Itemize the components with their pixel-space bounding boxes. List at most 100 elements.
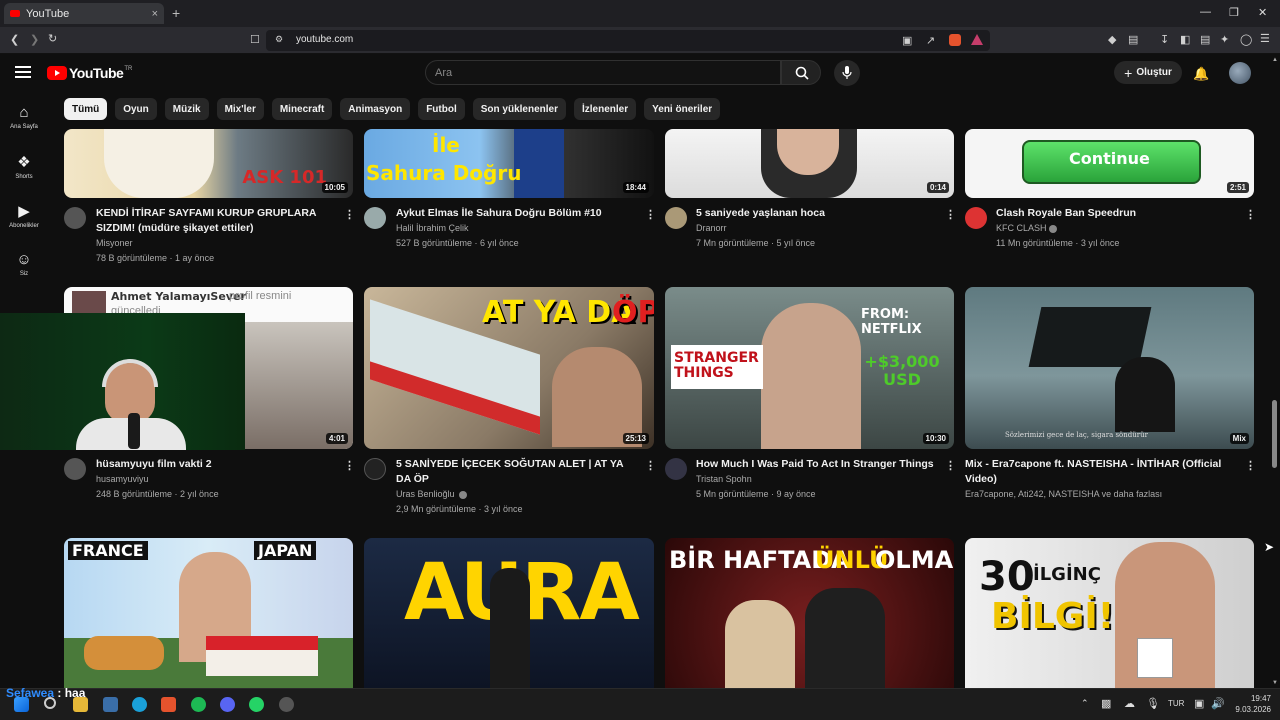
video-title[interactable]: How Much I Was Paid To Act In Stranger T… bbox=[696, 457, 936, 472]
sidebar-item-home[interactable]: ⌂ Ana Sayfa bbox=[0, 104, 48, 130]
brave-shield-icon[interactable] bbox=[949, 34, 961, 46]
hamburger-menu-icon[interactable] bbox=[15, 66, 31, 78]
channel-name[interactable]: husamyuviyu bbox=[96, 472, 149, 487]
sidebar-item-you[interactable]: ☺ Siz bbox=[0, 251, 48, 277]
url-field[interactable]: ⚙ youtube.com ▣ ↗ bbox=[266, 30, 990, 51]
search-button[interactable] bbox=[781, 60, 821, 85]
tray-app-icon[interactable]: ▩ bbox=[1101, 697, 1111, 710]
clock-date[interactable]: 9.03.2026 bbox=[1223, 705, 1271, 714]
discord-icon[interactable] bbox=[220, 697, 235, 712]
reading-list-icon[interactable]: ▤ bbox=[1200, 33, 1210, 46]
new-tab-icon[interactable]: + bbox=[172, 5, 180, 21]
channel-name[interactable]: Dranorr bbox=[696, 221, 727, 236]
chip-minecraft[interactable]: Minecraft bbox=[271, 98, 333, 120]
channel-name[interactable]: KFC CLASH bbox=[996, 221, 1047, 236]
screen-icon[interactable]: ▣ bbox=[902, 34, 912, 47]
minimize-icon[interactable]: — bbox=[1200, 6, 1211, 18]
edge-icon[interactable] bbox=[132, 697, 147, 712]
video-title[interactable]: Aykut Elmas İle Sahura Doğru Bölüm #10 bbox=[396, 206, 636, 221]
video-thumbnail[interactable]: Sözlerimizi gece de laç, sigara söndürür… bbox=[965, 287, 1254, 449]
more-options-icon[interactable]: ⋮ bbox=[945, 459, 956, 472]
spotify-icon[interactable] bbox=[191, 697, 206, 712]
channel-avatar[interactable] bbox=[64, 207, 86, 229]
display-icon[interactable]: ▣ bbox=[1194, 697, 1204, 710]
video-title[interactable]: KENDİ İTİRAF SAYFAMI KURUP GRUPLARA SIZD… bbox=[96, 206, 326, 236]
more-options-icon[interactable]: ⋮ bbox=[645, 459, 656, 472]
window-close-icon[interactable]: ✕ bbox=[1258, 6, 1267, 19]
channel-avatar[interactable] bbox=[965, 207, 987, 229]
obs-icon[interactable] bbox=[279, 697, 294, 712]
account-avatar[interactable] bbox=[1229, 62, 1251, 84]
clock-time[interactable]: 19:47 bbox=[1233, 694, 1271, 703]
video-thumbnail[interactable]: İle Sahura Doğru 18:44 bbox=[364, 129, 654, 198]
video-title[interactable]: Clash Royale Ban Speedrun bbox=[996, 206, 1236, 221]
scrollbar-thumb[interactable] bbox=[1272, 400, 1277, 468]
video-thumbnail[interactable]: 0:14 bbox=[665, 129, 954, 198]
site-info-icon[interactable]: ⚙ bbox=[275, 34, 283, 45]
chip-watched[interactable]: İzlenenler bbox=[574, 98, 637, 120]
chip-all[interactable]: Tümü bbox=[64, 98, 108, 120]
share-icon[interactable]: ↗ bbox=[926, 34, 935, 47]
sidebar-item-subscriptions[interactable]: ▶ Abonelikler bbox=[0, 202, 48, 229]
channel-name[interactable]: Halil İbrahim Çelik bbox=[396, 221, 469, 236]
extensions-icon[interactable]: ◆ bbox=[1108, 33, 1116, 46]
channel-avatar[interactable] bbox=[64, 458, 86, 480]
channel-avatar[interactable] bbox=[364, 458, 386, 480]
channel-avatar[interactable] bbox=[364, 207, 386, 229]
channel-name[interactable]: Misyoner bbox=[96, 236, 133, 251]
channel-name[interactable]: Uras Benlioğlu bbox=[396, 487, 455, 502]
mic-tray-icon[interactable]: 🎙 bbox=[1146, 697, 1160, 710]
chip-gaming[interactable]: Oyun bbox=[115, 98, 157, 120]
video-title[interactable]: hüsamyuyu film vakti 2 bbox=[96, 457, 326, 472]
restore-icon[interactable]: ❐ bbox=[1229, 6, 1239, 19]
leo-icon[interactable]: ✦ bbox=[1220, 33, 1229, 46]
chip-animation[interactable]: Animasyon bbox=[340, 98, 411, 120]
notifications-bell-icon[interactable]: 🔔 bbox=[1193, 66, 1209, 82]
forward-icon[interactable]: ❯ bbox=[30, 33, 39, 46]
channel-avatar[interactable] bbox=[665, 458, 687, 480]
voice-search-button[interactable] bbox=[834, 60, 860, 86]
wallet-icon[interactable]: ▤ bbox=[1128, 33, 1138, 46]
reload-icon[interactable]: ↻ bbox=[48, 32, 57, 45]
chip-new-to-you[interactable]: Yeni öneriler bbox=[644, 98, 721, 120]
video-thumbnail[interactable]: ASK 101 10:05 bbox=[64, 129, 353, 198]
search-input[interactable]: Ara bbox=[425, 60, 781, 85]
vpn-icon[interactable]: ◯ bbox=[1240, 33, 1252, 46]
browser-tab[interactable]: YouTube × bbox=[4, 3, 164, 24]
video-title[interactable]: 5 saniyede yaşlanan hoca bbox=[696, 206, 936, 221]
download-icon[interactable]: ↧ bbox=[1160, 33, 1169, 46]
browser-menu-icon[interactable]: ☰ bbox=[1260, 32, 1270, 45]
bookmark-icon[interactable]: ☐ bbox=[250, 33, 260, 46]
channel-name[interactable]: Tristan Spohn bbox=[696, 472, 752, 487]
language-indicator[interactable]: TUR bbox=[1168, 699, 1184, 708]
more-options-icon[interactable]: ⋮ bbox=[645, 208, 656, 221]
page-scrollbar[interactable] bbox=[1270, 55, 1280, 688]
chip-mixes[interactable]: Mix'ler bbox=[216, 98, 264, 120]
chip-recently-uploaded[interactable]: Son yüklenenler bbox=[472, 98, 566, 120]
youtube-logo[interactable]: YouTube TR bbox=[47, 65, 132, 81]
video-thumbnail[interactable]: STRANGER THINGS FROM: NETFLIX +$3,000 US… bbox=[665, 287, 954, 449]
whatsapp-icon[interactable] bbox=[249, 697, 264, 712]
create-button[interactable]: + Oluştur bbox=[1114, 61, 1182, 84]
store-icon[interactable] bbox=[103, 697, 118, 712]
tab-close-icon[interactable]: × bbox=[152, 8, 158, 20]
cloud-icon[interactable]: ☁ bbox=[1124, 697, 1135, 710]
more-options-icon[interactable]: ⋮ bbox=[945, 208, 956, 221]
channel-name[interactable]: Era7capone, Ati242, NASTEISHA ve daha fa… bbox=[965, 487, 1162, 502]
brave-rewards-icon[interactable] bbox=[971, 34, 983, 45]
sidebar-item-shorts[interactable]: ❖ Shorts bbox=[0, 153, 48, 180]
channel-avatar[interactable] bbox=[665, 207, 687, 229]
scroll-up-icon[interactable]: ▲ bbox=[1272, 57, 1278, 63]
more-options-icon[interactable]: ⋮ bbox=[1245, 459, 1256, 472]
chip-football[interactable]: Futbol bbox=[418, 98, 465, 120]
brave-icon[interactable] bbox=[161, 697, 176, 712]
tray-expand-icon[interactable]: ⌃ bbox=[1081, 698, 1089, 709]
scroll-down-icon[interactable]: ▼ bbox=[1272, 680, 1278, 686]
video-title[interactable]: Mix - Era7capone ft. NASTEISHA - İNTİHAR… bbox=[965, 457, 1235, 487]
more-options-icon[interactable]: ⋮ bbox=[344, 208, 355, 221]
video-thumbnail[interactable]: BİR HAFTADA ÜNLÜ OLMAK bbox=[665, 538, 954, 688]
video-title[interactable]: 5 SANİYEDE İÇECEK SOĞUTAN ALET | AT YA D… bbox=[396, 457, 636, 487]
video-thumbnail[interactable]: FRANCE JAPAN bbox=[64, 538, 353, 688]
video-thumbnail[interactable]: AT YA DA ÖP 25:13 bbox=[364, 287, 654, 449]
sidebar-icon[interactable]: ◧ bbox=[1180, 33, 1190, 46]
